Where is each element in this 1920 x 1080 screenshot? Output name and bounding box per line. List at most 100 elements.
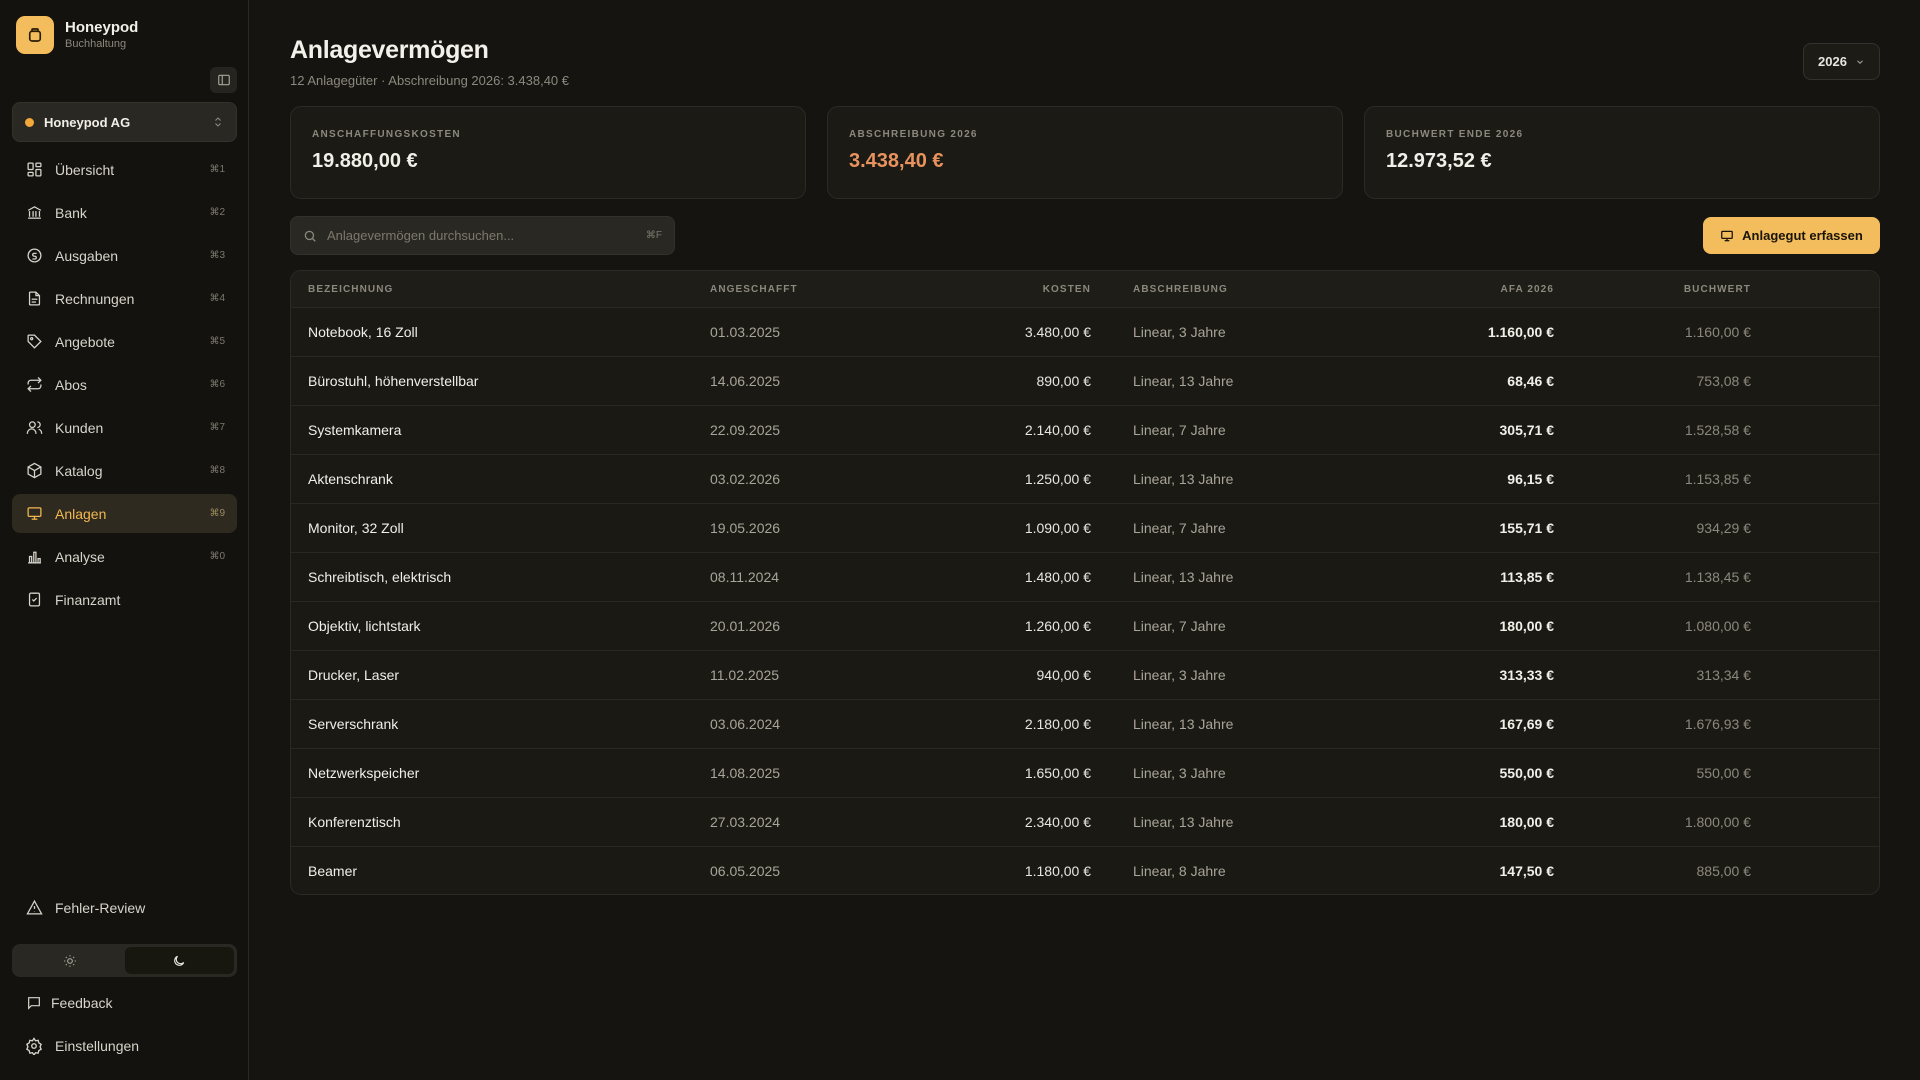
shortcut-hint: ⌘4: [209, 293, 225, 304]
theme-toggle: [12, 944, 237, 977]
cell-afa: 180,00 €: [1499, 618, 1555, 634]
table-row[interactable]: Konferenztisch 27.03.2024 2.340,00 € Linear…: [291, 797, 1879, 846]
column-header-kosten[interactable]: KOSTEN: [891, 271, 1091, 307]
cell-angeschafft: 14.06.2025: [710, 373, 781, 389]
sidebar-item-label: Angebote: [55, 333, 115, 350]
cell-kosten: 1.250,00 €: [1024, 471, 1091, 487]
cell-buchwert: 934,29 €: [1696, 520, 1752, 536]
cell-kosten: 1.090,00 €: [1024, 520, 1091, 536]
brand-name: Honeypod: [65, 19, 139, 36]
table-row[interactable]: Netzwerkspeicher 14.08.2025 1.650,00 € Line…: [291, 748, 1879, 797]
table-row[interactable]: Bürostuhl, höhenverstellbar 14.06.2025 890…: [291, 356, 1879, 405]
column-header-bezeichnung[interactable]: BEZEICHNUNG: [308, 271, 688, 307]
cell-angeschafft: 14.08.2025: [710, 765, 781, 781]
sidebar-item-label: Feedback: [51, 994, 113, 1011]
sidebar-item-abos[interactable]: Abos ⌘6: [12, 365, 237, 404]
cell-abschreibung: Linear, 3 Jahre: [1133, 765, 1226, 781]
cell-afa: 313,33 €: [1499, 667, 1555, 683]
table-row[interactable]: Beamer 06.05.2025 1.180,00 € Linear, 8 Jahr…: [291, 846, 1879, 894]
cell-buchwert: 1.676,93 €: [1684, 716, 1751, 732]
sidebar-item-label: Katalog: [55, 462, 103, 479]
sidebar-item-kunden[interactable]: Kunden ⌘7: [12, 408, 237, 447]
cell-bezeichnung: Objektiv, lichtstark: [308, 618, 421, 634]
sidebar-item-rechnungen[interactable]: Rechnungen ⌘4: [12, 279, 237, 318]
company-name: Honeypod AG: [44, 114, 131, 130]
tax-icon: [24, 590, 44, 610]
cell-angeschafft: 08.11.2024: [710, 569, 780, 585]
cell-bezeichnung: Konferenztisch: [308, 814, 401, 830]
sidebar-item-ausgaben[interactable]: Ausgaben ⌘3: [12, 236, 237, 275]
light-mode-button[interactable]: [15, 947, 125, 974]
sidebar-collapse-button[interactable]: [210, 67, 237, 93]
users-icon: [24, 418, 44, 438]
summary-cards: ANSCHAFFUNGSKOSTEN 19.880,00 € ABSCHREIB…: [290, 106, 1880, 199]
search-input[interactable]: [327, 228, 646, 243]
sidebar-item-fehler-review[interactable]: Fehler-Review: [12, 888, 237, 927]
company-switcher[interactable]: Honeypod AG: [12, 102, 237, 142]
sidebar-nav: Übersicht ⌘1 Bank ⌘2 Ausgaben ⌘3 Rechnun…: [12, 150, 237, 623]
sidebar-item-angebote[interactable]: Angebote ⌘5: [12, 322, 237, 361]
cell-afa: 155,71 €: [1499, 520, 1555, 536]
cell-abschreibung: Linear, 13 Jahre: [1133, 471, 1234, 487]
company-status-dot: [25, 117, 34, 127]
cell-buchwert: 313,34 €: [1696, 667, 1752, 683]
card-buchwert: BUCHWERT ENDE 2026 12.973,52 €: [1364, 106, 1880, 199]
sidebar-item-uebersicht[interactable]: Übersicht ⌘1: [12, 150, 237, 189]
dark-mode-button[interactable]: [124, 947, 234, 974]
brand[interactable]: Honeypod Buchhaltung: [16, 16, 138, 54]
table-row[interactable]: Serverschrank 03.06.2024 2.180,00 € Linear,…: [291, 699, 1879, 748]
shortcut-hint: ⌘6: [209, 379, 225, 390]
cell-abschreibung: Linear, 8 Jahre: [1133, 863, 1226, 879]
table-row[interactable]: Monitor, 32 Zoll 19.05.2026 1.090,00 € Line…: [291, 503, 1879, 552]
cell-kosten: 3.480,00 €: [1024, 324, 1091, 340]
year-select[interactable]: 2026: [1803, 43, 1880, 80]
sidebar-item-finanzamt[interactable]: Finanzamt: [12, 580, 237, 619]
cell-afa: 1.160,00 €: [1487, 324, 1554, 340]
cell-bezeichnung: Drucker, Laser: [308, 667, 400, 683]
sidebar-item-einstellungen[interactable]: Einstellungen: [12, 1026, 237, 1065]
year-select-value: 2026: [1818, 54, 1847, 69]
sidebar-item-anlagen[interactable]: Anlagen ⌘9: [12, 494, 237, 533]
table-row[interactable]: Aktenschrank 03.02.2026 1.250,00 € Linear, …: [291, 454, 1879, 503]
table-row[interactable]: Notebook, 16 Zoll 01.03.2025 3.480,00 € Lin…: [291, 307, 1879, 356]
shortcut-hint: ⌘1: [209, 164, 225, 175]
cell-afa: 68,46 €: [1507, 373, 1554, 389]
column-header-abschreibung[interactable]: ABSCHREIBUNG: [1133, 271, 1353, 307]
repeat-icon: [24, 375, 44, 395]
cell-abschreibung: Linear, 3 Jahre: [1133, 667, 1226, 683]
cell-abschreibung: Linear, 3 Jahre: [1133, 324, 1226, 340]
table-row[interactable]: Objektiv, lichtstark 20.01.2026 1.260,00 €…: [291, 601, 1879, 650]
card-abschreibung: ABSCHREIBUNG 2026 3.438,40 €: [827, 106, 1343, 199]
table-row[interactable]: Schreibtisch, elektrisch 08.11.2024 1.480,…: [291, 552, 1879, 601]
add-asset-button[interactable]: Anlagegut erfassen: [1703, 217, 1880, 254]
cell-kosten: 2.140,00 €: [1024, 422, 1091, 438]
cell-bezeichnung: Bürostuhl, höhenverstellbar: [308, 373, 479, 389]
card-value: 12.973,52 €: [1386, 150, 1492, 172]
cell-afa: 147,50 €: [1499, 863, 1555, 879]
cell-buchwert: 550,00 €: [1696, 765, 1752, 781]
column-header-angeschafft[interactable]: ANGESCHAFFT: [710, 271, 860, 307]
card-value: 19.880,00 €: [312, 150, 418, 172]
sidebar-item-bank[interactable]: Bank ⌘2: [12, 193, 237, 232]
sidebar-item-label: Übersicht: [55, 161, 115, 178]
sun-icon: [63, 954, 76, 967]
cell-buchwert: 1.160,00 €: [1684, 324, 1751, 340]
cell-kosten: 940,00 €: [1036, 667, 1092, 683]
cell-kosten: 2.180,00 €: [1024, 716, 1091, 732]
cell-buchwert: 1.800,00 €: [1684, 814, 1751, 830]
package-icon: [24, 461, 44, 481]
sidebar-item-feedback[interactable]: Feedback: [12, 983, 237, 1022]
cell-bezeichnung: Notebook, 16 Zoll: [308, 324, 418, 340]
page-subtitle: 12 Anlagegüter · Abschreibung 2026: 3.43…: [290, 73, 569, 88]
cell-angeschafft: 03.06.2024: [710, 716, 781, 732]
cell-buchwert: 1.138,45 €: [1684, 569, 1751, 585]
sidebar-item-analyse[interactable]: Analyse ⌘0: [12, 537, 237, 576]
column-header-buchwert[interactable]: BUCHWERT: [1551, 271, 1751, 307]
cell-buchwert: 753,08 €: [1696, 373, 1752, 389]
table-row[interactable]: Systemkamera 22.09.2025 2.140,00 € Linear, …: [291, 405, 1879, 454]
cell-afa: 167,69 €: [1499, 716, 1555, 732]
column-header-afa[interactable]: AFA 2026: [1354, 271, 1554, 307]
card-label: ANSCHAFFUNGSKOSTEN: [312, 129, 461, 140]
table-row[interactable]: Drucker, Laser 11.02.2025 940,00 € Linear, …: [291, 650, 1879, 699]
sidebar-item-katalog[interactable]: Katalog ⌘8: [12, 451, 237, 490]
